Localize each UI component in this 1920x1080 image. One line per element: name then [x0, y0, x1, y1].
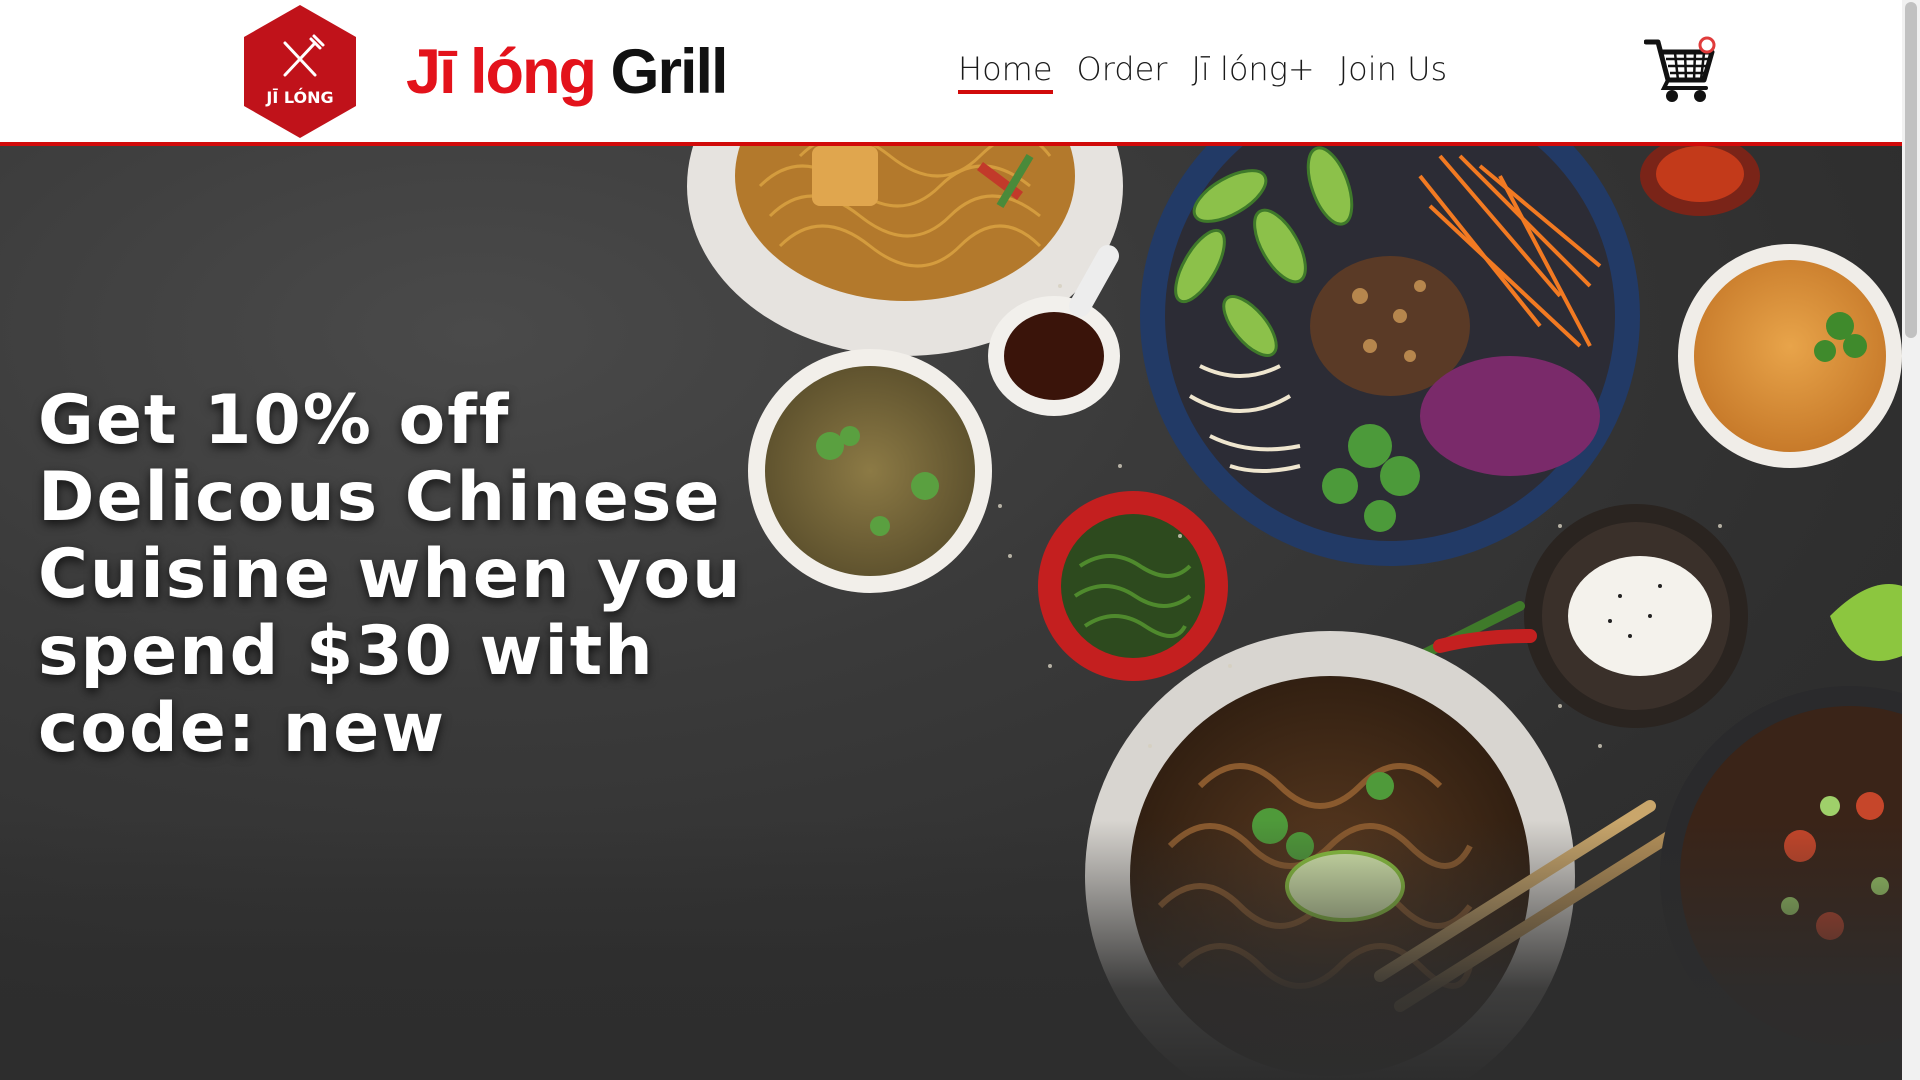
hero-banner: Get 10% off Delicous Chinese Cuisine whe… — [0, 146, 1902, 1080]
shopping-cart-icon[interactable] — [1644, 36, 1718, 104]
logo-badge-text: JĪ LÓNG — [265, 87, 333, 107]
brand-name-dark: Grill — [610, 37, 729, 107]
nav-order[interactable]: Order — [1065, 46, 1180, 92]
cart-badge — [1698, 36, 1716, 54]
page-scrollbar[interactable] — [1902, 0, 1920, 1080]
nav-join-us[interactable]: Join Us — [1327, 46, 1459, 92]
logo-badge[interactable]: JĪ LÓNG — [240, 3, 360, 140]
brand-wordmark[interactable]: Jī lóng Grill — [406, 36, 729, 108]
main-nav: Home Order Jī lóng+ Join Us — [958, 46, 1459, 94]
hero-bottom-fade — [0, 820, 1902, 1080]
nav-jilong-plus[interactable]: Jī lóng+ — [1179, 46, 1326, 92]
site-header: JĪ LÓNG Jī lóng Grill Home Order Jī lóng… — [0, 0, 1902, 146]
scrollbar-thumb[interactable] — [1905, 2, 1917, 338]
hero-headline: Get 10% off Delicous Chinese Cuisine whe… — [38, 381, 743, 768]
nav-home[interactable]: Home — [958, 46, 1065, 94]
brand-name-red: Jī lóng — [406, 37, 597, 107]
